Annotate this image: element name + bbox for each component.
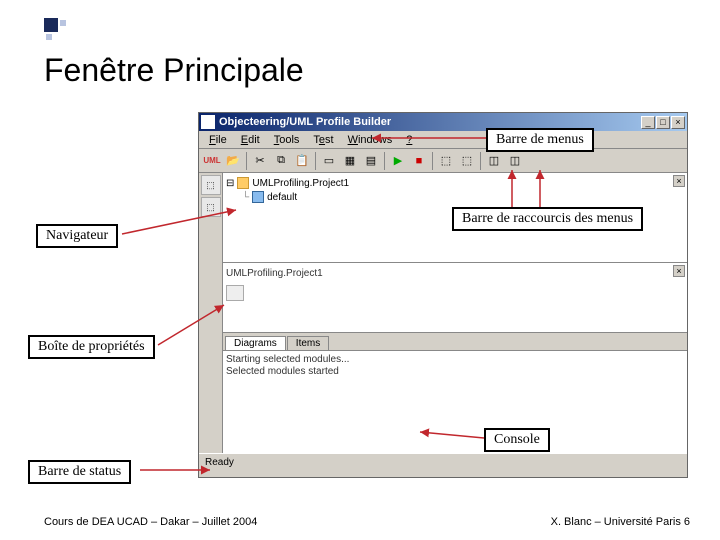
titlebar: Objecteering/UML Profile Builder _ □ × bbox=[199, 113, 687, 131]
tree-child-label: default bbox=[267, 192, 297, 203]
console-line: Selected modules started bbox=[226, 366, 684, 378]
menu-tools[interactable]: Tools bbox=[268, 133, 306, 147]
footer-right: X. Blanc – Université Paris 6 bbox=[551, 516, 690, 528]
tool-diagram2-icon[interactable]: ▦ bbox=[340, 151, 360, 171]
tool-copy-icon[interactable]: ⧉ bbox=[271, 151, 291, 171]
status-text: Ready bbox=[205, 457, 234, 468]
package-icon bbox=[252, 191, 264, 203]
tool-action2-icon[interactable]: ⬚ bbox=[457, 151, 477, 171]
toolbar: UML 📂 ✂ ⧉ 📋 ▭ ▦ ▤ ▶ ■ ⬚ ⬚ ◫ ◫ bbox=[199, 149, 687, 173]
console-panel: Starting selected modules... Selected mo… bbox=[223, 351, 687, 453]
tool-open-icon[interactable]: 📂 bbox=[223, 151, 243, 171]
app-window: Objecteering/UML Profile Builder _ □ × F… bbox=[198, 112, 688, 478]
tool-view1-icon[interactable]: ◫ bbox=[484, 151, 504, 171]
minimize-button[interactable]: _ bbox=[641, 116, 655, 129]
annotation-status: Barre de status bbox=[28, 460, 131, 484]
app-icon bbox=[201, 115, 215, 129]
maximize-button[interactable]: □ bbox=[656, 116, 670, 129]
annotation-navigator: Navigateur bbox=[36, 224, 118, 248]
tool-run-icon[interactable]: ▶ bbox=[388, 151, 408, 171]
footer-left: Cours de DEA UCAD – Dakar – Juillet 2004 bbox=[44, 516, 257, 528]
tool-paste-icon[interactable]: 📋 bbox=[292, 151, 312, 171]
tool-stop-icon[interactable]: ■ bbox=[409, 151, 429, 171]
annotation-properties: Boîte de propriétés bbox=[28, 335, 155, 359]
annotation-console: Console bbox=[484, 428, 550, 452]
close-button[interactable]: × bbox=[671, 116, 685, 129]
tool-diagram3-icon[interactable]: ▤ bbox=[361, 151, 381, 171]
tool-uml-icon[interactable]: UML bbox=[202, 151, 222, 171]
console-line: Starting selected modules... bbox=[226, 354, 684, 366]
tabs-bar: Diagrams Items bbox=[223, 333, 687, 351]
tab-items[interactable]: Items bbox=[287, 336, 329, 350]
tool-cut-icon[interactable]: ✂ bbox=[250, 151, 270, 171]
menu-file[interactable]: File bbox=[203, 133, 233, 147]
tool-action1-icon[interactable]: ⬚ bbox=[436, 151, 456, 171]
nav-tabs-column: ⬚ ⬚ bbox=[199, 173, 223, 453]
tree-root-label: UMLProfiling.Project1 bbox=[252, 178, 349, 189]
nav-tab-2[interactable]: ⬚ bbox=[201, 197, 221, 217]
tree-child[interactable]: └ default bbox=[242, 190, 684, 204]
folder-icon bbox=[237, 177, 249, 189]
annotation-menus: Barre de menus bbox=[486, 128, 594, 152]
tree-close-icon[interactable]: × bbox=[673, 175, 685, 187]
window-title: Objecteering/UML Profile Builder bbox=[219, 116, 641, 128]
tree-root[interactable]: ⊟ UMLProfiling.Project1 bbox=[226, 176, 684, 190]
menu-windows[interactable]: Windows bbox=[342, 133, 399, 147]
slide-bullet-decoration bbox=[44, 18, 66, 40]
menu-test[interactable]: Test bbox=[307, 133, 339, 147]
props-close-icon[interactable]: × bbox=[673, 265, 685, 277]
menu-edit[interactable]: Edit bbox=[235, 133, 266, 147]
tool-view2-icon[interactable]: ◫ bbox=[505, 151, 525, 171]
menubar: File Edit Tools Test Windows ? bbox=[199, 131, 687, 149]
statusbar: Ready bbox=[199, 453, 687, 471]
menu-help[interactable]: ? bbox=[400, 133, 418, 147]
props-action-button[interactable] bbox=[226, 285, 244, 301]
slide-title: Fenêtre Principale bbox=[44, 52, 304, 89]
properties-panel: × UMLProfiling.Project1 bbox=[223, 263, 687, 333]
tool-diagram1-icon[interactable]: ▭ bbox=[319, 151, 339, 171]
annotation-shortcuts: Barre de raccourcis des menus bbox=[452, 207, 643, 231]
props-title: UMLProfiling.Project1 bbox=[226, 266, 684, 281]
nav-tab-1[interactable]: ⬚ bbox=[201, 175, 221, 195]
tab-diagrams[interactable]: Diagrams bbox=[225, 336, 286, 350]
